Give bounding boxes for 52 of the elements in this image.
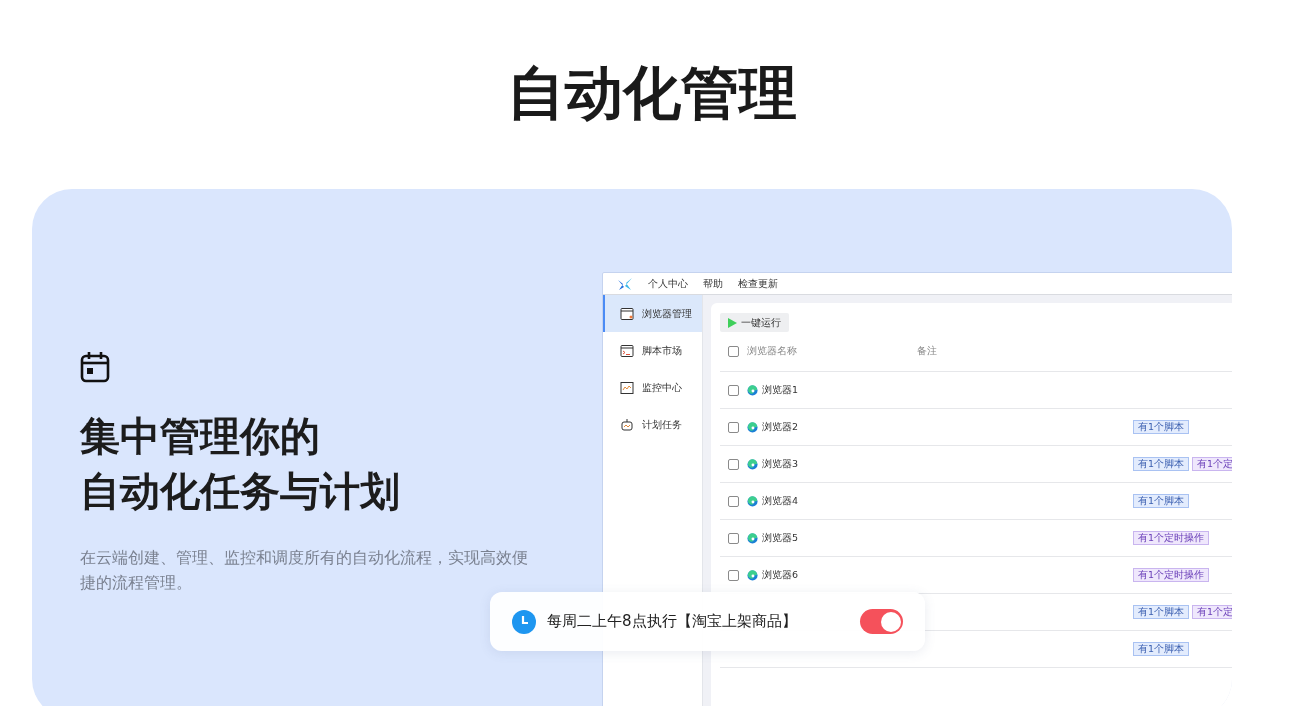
row-checkbox[interactable] — [728, 384, 739, 396]
row-checkbox[interactable] — [728, 421, 739, 433]
clock-icon — [512, 609, 536, 634]
browser-logo-icon — [747, 384, 758, 396]
feature-heading: 集中管理你的 — [80, 412, 320, 461]
sidebar-item[interactable]: 浏览器管理 — [603, 295, 702, 332]
select-all-checkbox[interactable] — [728, 346, 739, 357]
tag: 有1个定 — [1192, 457, 1232, 471]
sidebar-item[interactable]: 计划任务 — [603, 406, 702, 443]
tag: 有1个脚本 — [1133, 457, 1190, 471]
browser-window-icon — [620, 306, 634, 321]
browser-name: 浏览器1 — [762, 383, 799, 397]
browser-name: 浏览器4 — [762, 494, 799, 508]
column-header: 浏览器名称 — [747, 345, 798, 358]
menu-item[interactable]: 帮助 — [703, 276, 723, 291]
feature-heading: 自动化任务与计划 — [80, 467, 400, 516]
browser-name: 浏览器2 — [762, 420, 799, 434]
column-header: 备注 — [917, 345, 937, 358]
browser-name: 浏览器6 — [762, 568, 799, 582]
sidebar-item[interactable]: 脚本市场 — [603, 332, 702, 369]
robot-icon — [620, 417, 634, 432]
feature-description: 在云端创建、管理、监控和调度所有的自动化流程，实现高效便捷的流程管理。 — [80, 547, 529, 594]
menu-item[interactable]: 检查更新 — [738, 276, 778, 291]
run-all-button[interactable]: 一键运行 — [720, 313, 789, 332]
browser-name: 浏览器3 — [762, 457, 799, 471]
terminal-icon — [620, 343, 634, 358]
browser-logo-icon — [747, 421, 758, 433]
menu-item[interactable]: 个人中心 — [648, 276, 688, 291]
browser-logo-icon — [747, 495, 758, 507]
tag: 有1个脚本 — [1133, 642, 1190, 656]
browser-logo-icon — [747, 458, 758, 470]
play-icon — [728, 317, 737, 328]
browser-logo-icon — [747, 569, 758, 581]
schedule-text: 每周二上午8点执行【淘宝上架商品】 — [547, 612, 798, 631]
row-checkbox[interactable] — [728, 569, 739, 581]
toggle-switch[interactable] — [860, 609, 903, 634]
page-title: 自动化管理 — [506, 57, 797, 129]
browser-name: 浏览器5 — [762, 531, 799, 545]
row-checkbox[interactable] — [728, 495, 739, 507]
chart-monitor-icon — [620, 380, 634, 395]
tag: 有1个脚本 — [1133, 420, 1190, 434]
sidebar-item[interactable]: 监控中心 — [603, 369, 702, 406]
tag: 有1个定时操作 — [1133, 568, 1210, 582]
tag: 有1个脚本 — [1133, 605, 1190, 619]
row-checkbox[interactable] — [728, 532, 739, 544]
tag: 有1个定 — [1192, 605, 1232, 619]
tag: 有1个脚本 — [1133, 494, 1190, 508]
tag: 有1个定时操作 — [1133, 531, 1210, 545]
browser-logo-icon — [747, 532, 758, 544]
calendar-icon — [80, 351, 110, 383]
row-checkbox[interactable] — [728, 458, 739, 470]
logo-icon — [617, 276, 633, 291]
